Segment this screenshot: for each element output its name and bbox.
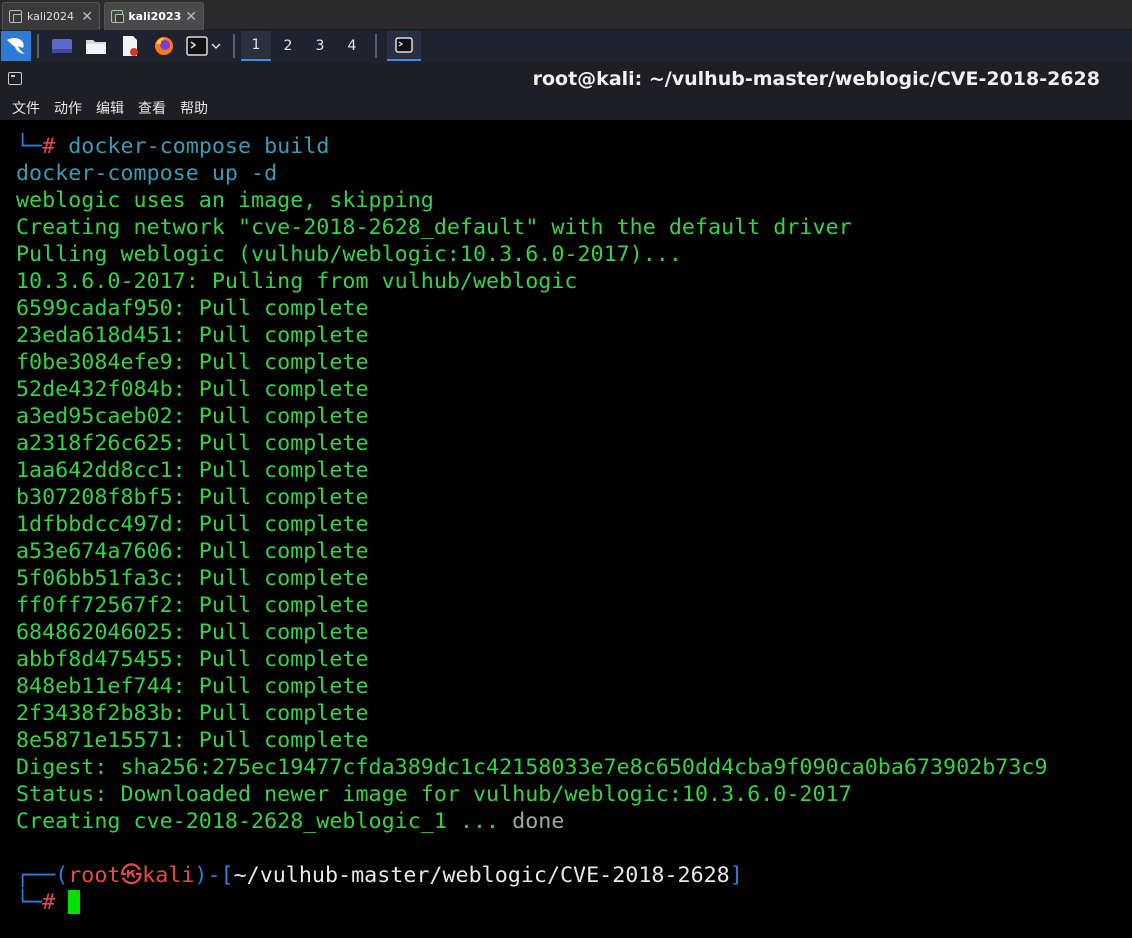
prompt-path: ~/vulhub-master/weblogic/CVE-2018-2628 — [233, 863, 730, 888]
output-line: a53e674a7606: Pull complete — [16, 539, 369, 564]
vm-tab-kali2023[interactable]: kali2023 ✕ — [104, 2, 204, 30]
panel-separator — [37, 34, 39, 58]
vm-icon — [111, 10, 125, 23]
panel-separator — [233, 34, 235, 58]
vm-tab-label: kali2023 — [128, 10, 182, 23]
prompt-corner: └─ — [16, 134, 43, 159]
terminal-icon[interactable] — [186, 34, 222, 58]
menu-bar: 文件 动作 编辑 查看 帮助 — [0, 96, 1132, 120]
menu-view[interactable]: 查看 — [138, 98, 166, 118]
prompt-bracket: )-[ — [194, 863, 234, 888]
output-line: Pulling weblogic (vulhub/weblogic:10.3.6… — [16, 242, 682, 267]
output-line: 1dfbbdcc497d: Pull complete — [16, 512, 369, 537]
workspace-2[interactable]: 2 — [273, 31, 303, 61]
prompt-line: ┌──(root㉿kali)-[~/vulhub-master/weblogic… — [16, 862, 743, 889]
firefox-icon[interactable] — [152, 34, 176, 58]
vm-tab-label: kali2024 — [27, 10, 75, 23]
workspace-4[interactable]: 4 — [337, 31, 367, 61]
prompt-bracket: ] — [729, 863, 743, 888]
workspace-3[interactable]: 3 — [305, 31, 335, 61]
output-line: Creating cve-2018-2628_weblogic_1 ... do… — [16, 808, 564, 835]
output-line: a3ed95caeb02: Pull complete — [16, 404, 369, 429]
file-manager-icon[interactable] — [84, 34, 108, 58]
terminal-icon — [8, 72, 22, 85]
close-icon[interactable]: ✕ — [185, 9, 197, 25]
output-line: Creating network "cve-2018-2628_default"… — [16, 215, 852, 240]
menu-help[interactable]: 帮助 — [180, 98, 208, 118]
menu-action[interactable]: 动作 — [54, 98, 82, 118]
workspace-1[interactable]: 1 — [241, 31, 271, 61]
prompt-hash: # — [42, 890, 56, 915]
panel-separator — [375, 34, 377, 58]
output-line: 8e5871e15571: Pull complete — [16, 728, 369, 753]
output-line: a2318f26c625: Pull complete — [16, 431, 369, 456]
output-line: ff0ff72567f2: Pull complete — [16, 593, 369, 618]
output-line: 10.3.6.0-2017: Pulling from vulhub/weblo… — [16, 269, 578, 294]
vm-tab-kali2024[interactable]: kali2024 ✕ — [2, 2, 100, 30]
top-panel: 1 2 3 4 — [0, 30, 1132, 62]
menu-file[interactable]: 文件 — [12, 98, 40, 118]
output-line: Digest: sha256:275ec19477cfda389dc1c4215… — [16, 755, 1048, 780]
vm-tab-bar: kali2024 ✕ kali2023 ✕ — [0, 0, 1132, 30]
done-status: done — [512, 809, 565, 834]
vm-icon — [9, 10, 22, 23]
output-line: 684862046025: Pull complete — [16, 620, 369, 645]
output-line: 2f3438f2b83b: Pull complete — [16, 701, 369, 726]
output-line: 23eda618d451: Pull complete — [16, 323, 369, 348]
input-line[interactable]: └─# — [16, 889, 81, 916]
prompt-hash: # — [42, 134, 56, 159]
prompt-bracket: ┌──( — [16, 863, 69, 888]
terminal-task-button[interactable] — [387, 31, 421, 61]
window-title: root@kali: ~/vulhub-master/weblogic/CVE-… — [532, 68, 1100, 90]
output-line: 6599cadaf950: Pull complete — [16, 296, 369, 321]
output-line: f0be3084efe9: Pull complete — [16, 350, 369, 375]
output-line: abbf8d475455: Pull complete — [16, 647, 369, 672]
command-line: └─# docker-compose build — [16, 133, 329, 160]
output-line: weblogic uses an image, skipping — [16, 188, 434, 213]
prompt-user: root — [68, 863, 121, 888]
text-editor-icon[interactable] — [118, 34, 142, 58]
terminal-titlebar[interactable]: root@kali: ~/vulhub-master/weblogic/CVE-… — [0, 62, 1132, 96]
desktop-icon[interactable] — [50, 34, 74, 58]
text-cursor — [68, 890, 81, 914]
kali-menu-icon[interactable] — [1, 31, 31, 61]
output-line: 848eb11ef744: Pull complete — [16, 674, 369, 699]
output-line: Status: Downloaded newer image for vulhu… — [16, 782, 852, 807]
prompt-at: ㉿ — [120, 863, 143, 888]
output-line: b307208f8bf5: Pull complete — [16, 485, 369, 510]
command-line: docker-compose up -d — [16, 161, 278, 186]
creating-text: Creating cve-2018-2628_weblogic_1 ... — [16, 809, 513, 834]
prompt-host: kali — [142, 863, 195, 888]
output-line: 1aa642dd8cc1: Pull complete — [16, 458, 369, 483]
menu-edit[interactable]: 编辑 — [96, 98, 124, 118]
output-line: 52de432f084b: Pull complete — [16, 377, 369, 402]
close-icon[interactable]: ✕ — [81, 9, 93, 25]
command-text: docker-compose build — [55, 134, 330, 159]
terminal-output[interactable]: └─# docker-compose build docker-compose … — [0, 120, 1132, 938]
prompt-corner: └─ — [16, 890, 43, 915]
output-line: 5f06bb51fa3c: Pull complete — [16, 566, 369, 591]
